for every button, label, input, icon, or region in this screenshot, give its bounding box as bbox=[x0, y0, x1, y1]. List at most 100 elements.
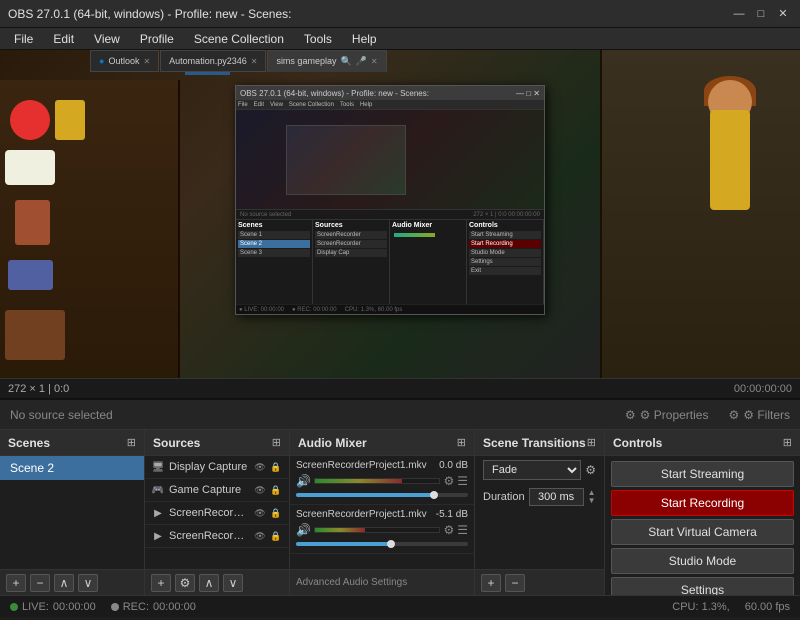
audio-track1-slider-fill bbox=[296, 493, 434, 497]
source-item-recorder1[interactable]: ▶ ScreenRecorder1 👁 🔒 bbox=[145, 502, 289, 525]
audio-mute-button2[interactable]: 🔊 bbox=[296, 523, 311, 537]
source-item-recorder2[interactable]: ▶ ScreenRecorder1 👁 🔒 bbox=[145, 525, 289, 548]
sources-panel-title: Sources bbox=[153, 436, 200, 450]
start-recording-button[interactable]: Start Recording bbox=[611, 490, 794, 516]
audio-panel-content: ScreenRecorderProject1.mkv 0.0 dB 🔊 ⚙ ☰ bbox=[290, 456, 474, 569]
controls-panel-content: Start Streaming Start Recording Start Vi… bbox=[605, 456, 800, 595]
sources-add-button[interactable]: + bbox=[151, 574, 171, 592]
browser-tab-sims[interactable]: sims gameplay 🔍 🎤 ✕ bbox=[267, 50, 386, 72]
browser-tab-outlook[interactable]: ● Outlook ✕ bbox=[90, 50, 159, 72]
browser-tabs: ● Outlook ✕ Automation.py2346 ✕ sims gam… bbox=[90, 50, 387, 72]
status-bar: LIVE: 00:00:00 REC: 00:00:00 CPU: 1.3%, … bbox=[0, 595, 800, 617]
sources-down-button[interactable]: ∨ bbox=[223, 574, 243, 592]
fps-label: 60.00 fps bbox=[745, 601, 790, 613]
sources-up-button[interactable]: ∧ bbox=[199, 574, 219, 592]
transition-cog-button[interactable]: ⚙ bbox=[585, 463, 596, 477]
props-filters-bar: No source selected ⚙ ⚙ Properties ⚙ ⚙ Fi… bbox=[0, 400, 800, 430]
properties-button[interactable]: ⚙ ⚙ Properties bbox=[625, 408, 709, 422]
scene-right bbox=[600, 50, 800, 400]
preview-status-bar: 272 × 1 | 0:0 00:00:00:00 bbox=[0, 378, 800, 398]
source-lock-button[interactable]: 🔒 bbox=[269, 460, 283, 474]
source-lock-button[interactable]: 🔒 bbox=[269, 483, 283, 497]
scenes-panel-content: Scene 2 bbox=[0, 456, 144, 569]
audio-track1-meter bbox=[314, 478, 441, 484]
studio-mode-button[interactable]: Studio Mode bbox=[611, 548, 794, 574]
scenes-panel-icon[interactable]: ⊞ bbox=[127, 436, 136, 449]
scenes-panel-title: Scenes bbox=[8, 436, 50, 450]
menu-view[interactable]: View bbox=[84, 30, 130, 48]
duration-down-arrow[interactable]: ▼ bbox=[588, 497, 596, 505]
menu-help[interactable]: Help bbox=[342, 30, 387, 48]
source-lock-button[interactable]: 🔒 bbox=[269, 529, 283, 543]
scenes-down-button[interactable]: ∨ bbox=[78, 574, 98, 592]
audio-track1-name: ScreenRecorderProject1.mkv 0.0 dB bbox=[296, 460, 468, 471]
scenes-up-button[interactable]: ∧ bbox=[54, 574, 74, 592]
scene-item-scene2[interactable]: Scene 2 bbox=[0, 456, 144, 480]
transitions-remove-button[interactable]: − bbox=[505, 574, 525, 592]
audio-mute-button[interactable]: 🔊 bbox=[296, 474, 311, 488]
controls-panel-icon[interactable]: ⊞ bbox=[783, 436, 792, 449]
sources-panel: Sources ⊞ 🖥 Display Capture 👁 🔒 🎮 Game C… bbox=[145, 430, 290, 595]
source-eye-button[interactable]: 👁 bbox=[253, 529, 267, 543]
menu-scene-collection[interactable]: Scene Collection bbox=[184, 30, 294, 48]
audio-track1-slider[interactable] bbox=[296, 490, 468, 500]
live-time: 00:00:00 bbox=[53, 601, 96, 613]
sources-panel-header: Sources ⊞ bbox=[145, 430, 289, 456]
menu-edit[interactable]: Edit bbox=[43, 30, 84, 48]
close-button[interactable]: ✕ bbox=[774, 5, 792, 23]
audio-track2-slider[interactable] bbox=[296, 539, 468, 549]
controls-panel: Controls ⊞ Start Streaming Start Recordi… bbox=[605, 430, 800, 595]
source-eye-button[interactable]: 👁 bbox=[253, 506, 267, 520]
screen-recorder-icon: ▶ bbox=[151, 506, 165, 520]
window-title: OBS 27.0.1 (64-bit, windows) - Profile: … bbox=[8, 7, 291, 21]
source-lock-button[interactable]: 🔒 bbox=[269, 506, 283, 520]
menu-file[interactable]: File bbox=[4, 30, 43, 48]
sources-panel-icon[interactable]: ⊞ bbox=[272, 436, 281, 449]
maximize-button[interactable]: □ bbox=[752, 5, 770, 23]
menu-tools[interactable]: Tools bbox=[294, 30, 342, 48]
no-source-label: No source selected bbox=[10, 408, 605, 422]
audio-panel-icon[interactable]: ⊞ bbox=[457, 436, 466, 449]
source-item-game[interactable]: 🎮 Game Capture 👁 🔒 bbox=[145, 479, 289, 502]
transitions-add-button[interactable]: + bbox=[481, 574, 501, 592]
source-item-display[interactable]: 🖥 Display Capture 👁 🔒 bbox=[145, 456, 289, 479]
rec-time: 00:00:00 bbox=[153, 601, 196, 613]
duration-arrows: ▲ ▼ bbox=[588, 489, 596, 505]
duration-label: Duration bbox=[483, 491, 525, 503]
start-virtual-camera-button[interactable]: Start Virtual Camera bbox=[611, 519, 794, 545]
minimize-button[interactable]: — bbox=[730, 5, 748, 23]
audio-track2-slider-thumb[interactable] bbox=[387, 540, 395, 548]
scenes-panel-header: Scenes ⊞ bbox=[0, 430, 144, 456]
audio-gear-button2[interactable]: ☰ bbox=[457, 523, 468, 537]
menu-profile[interactable]: Profile bbox=[130, 30, 184, 48]
audio-track2-volume-row bbox=[296, 539, 468, 549]
transitions-panel-icon[interactable]: ⊞ bbox=[587, 436, 596, 449]
source-eye-button[interactable]: 👁 bbox=[253, 483, 267, 497]
audio-gear-button[interactable]: ☰ bbox=[457, 474, 468, 488]
transitions-panel-content: Fade ⚙ Duration ▲ ▼ bbox=[475, 456, 604, 569]
scenes-add-button[interactable]: + bbox=[6, 574, 26, 592]
source-eye-button[interactable]: 👁 bbox=[253, 460, 267, 474]
game-capture-icon: 🎮 bbox=[151, 483, 165, 497]
sources-panel-content: 🖥 Display Capture 👁 🔒 🎮 Game Capture 👁 🔒… bbox=[145, 456, 289, 569]
nested-scenes-panel: Scenes Scene 1 Scene 2 Scene 3 bbox=[236, 220, 313, 304]
controls-panel-title: Controls bbox=[613, 436, 662, 450]
transition-select[interactable]: Fade bbox=[483, 460, 581, 480]
figure-body bbox=[710, 110, 750, 210]
audio-settings-button2[interactable]: ⚙ bbox=[443, 523, 454, 537]
audio-settings-button[interactable]: ⚙ bbox=[443, 474, 454, 488]
duration-input[interactable] bbox=[529, 488, 584, 506]
nested-audio-panel: Audio Mixer bbox=[390, 220, 467, 304]
transitions-panel-header: Scene Transitions ⊞ bbox=[475, 430, 604, 456]
audio-track1-slider-thumb[interactable] bbox=[430, 491, 438, 499]
rec-label: REC: bbox=[123, 601, 149, 613]
browser-tab-automation[interactable]: Automation.py2346 ✕ bbox=[160, 50, 266, 72]
sources-settings-button[interactable]: ⚙ bbox=[175, 574, 195, 592]
source-recorder2-controls: 👁 🔒 bbox=[253, 529, 283, 543]
scenes-remove-button[interactable]: − bbox=[30, 574, 50, 592]
start-streaming-button[interactable]: Start Streaming bbox=[611, 461, 794, 487]
gear-icon: ⚙ bbox=[625, 408, 636, 422]
audio-track1-meter-fill bbox=[315, 479, 402, 483]
settings-button[interactable]: Settings bbox=[611, 577, 794, 595]
filters-button[interactable]: ⚙ ⚙ Filters bbox=[728, 408, 790, 422]
